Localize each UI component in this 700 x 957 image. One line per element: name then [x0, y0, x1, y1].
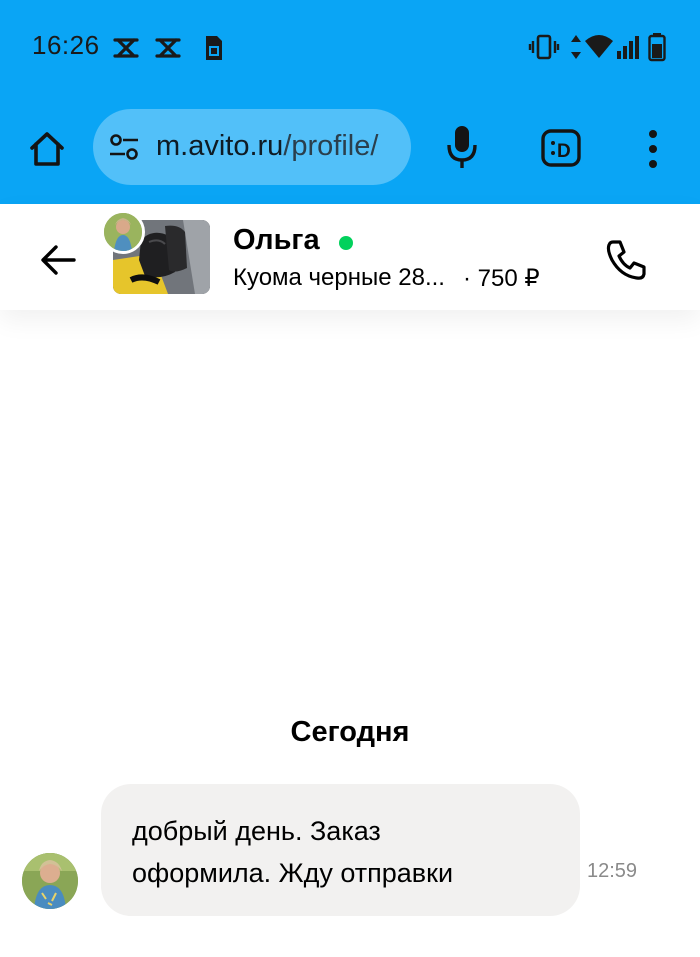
home-button[interactable] — [24, 126, 70, 172]
message-sender-avatar[interactable] — [22, 853, 78, 909]
battery-icon — [648, 33, 666, 62]
item-title[interactable]: Куома черные 28... — [233, 264, 445, 292]
url-text[interactable]: m.avito.ru/profile/ — [156, 130, 378, 163]
seller-photo — [104, 213, 142, 251]
phone-call-icon[interactable] — [604, 238, 648, 282]
capcut-icon — [155, 38, 181, 58]
url-bar[interactable]: m.avito.ru/profile/ — [93, 109, 411, 185]
url-host: m.avito.ru — [156, 130, 284, 162]
status-time: 16:26 — [32, 30, 100, 60]
message-text-line: оформила. Жду отправки — [132, 858, 454, 888]
chat-header: Ольга Куома черные 28... · 750 ₽ — [0, 204, 700, 310]
message-text-line: добрый день. Заказ — [132, 816, 381, 846]
svg-text:D: D — [557, 141, 571, 162]
mic-icon[interactable] — [444, 124, 480, 170]
browser-toolbar: m.avito.ru/profile/ D — [0, 96, 700, 204]
sim-card-icon — [206, 36, 222, 60]
home-icon — [30, 132, 64, 166]
date-separator: Сегодня — [290, 716, 410, 748]
vibrate-icon — [528, 34, 560, 60]
wifi-icon — [585, 35, 613, 58]
status-bar: 16:26 — [0, 0, 700, 96]
sender-photo — [22, 853, 78, 909]
back-arrow-icon[interactable] — [38, 240, 78, 280]
browser-top: 16:26 m.avito.ru/profile/ D — [0, 0, 700, 204]
more-menu-icon[interactable] — [640, 128, 666, 170]
tabs-extension-icon[interactable]: D — [540, 128, 582, 168]
data-arrows-icon — [571, 35, 581, 59]
online-status-indicator — [339, 236, 353, 250]
url-path: /profile/ — [283, 130, 379, 162]
capcut-icon — [113, 38, 139, 58]
signal-icon — [617, 36, 639, 59]
seller-name[interactable]: Ольга — [233, 224, 320, 257]
site-settings-icon[interactable] — [109, 133, 139, 161]
message-bubble[interactable]: добрый день. Заказ оформила. Жду отправк… — [101, 784, 580, 916]
item-price: · 750 ₽ — [463, 265, 540, 292]
message-time: 12:59 — [587, 860, 638, 882]
seller-avatar[interactable] — [101, 210, 145, 254]
